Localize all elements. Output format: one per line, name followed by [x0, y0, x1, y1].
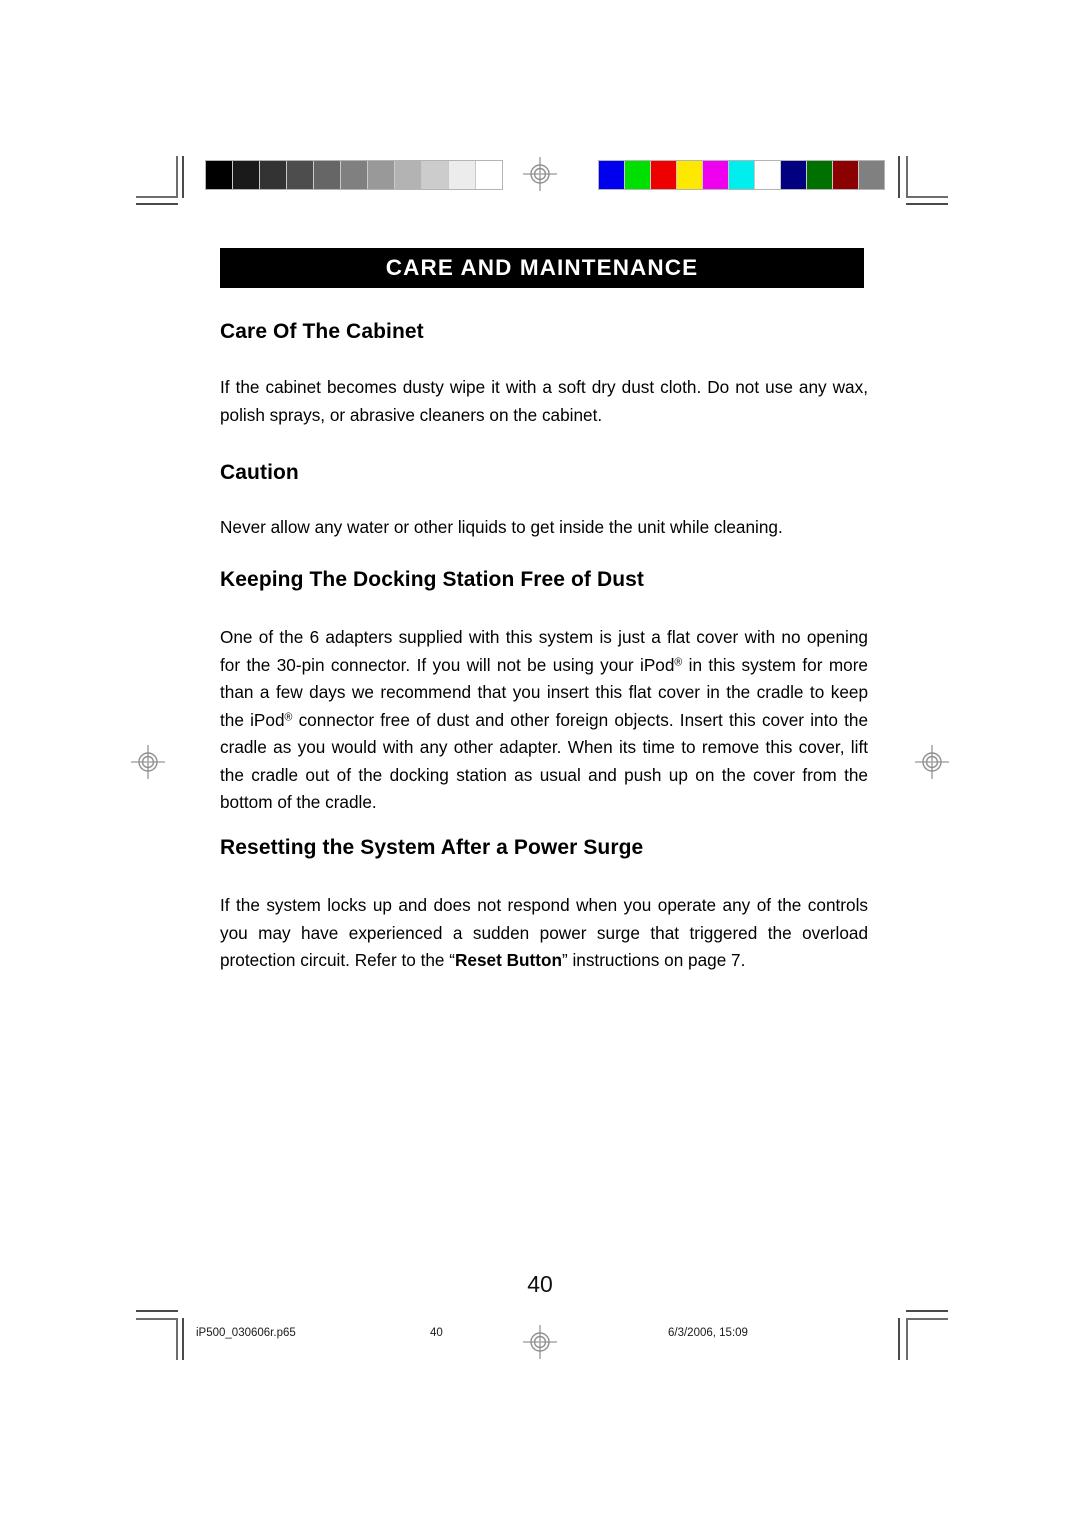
footer-timestamp: 6/3/2006, 15:09	[668, 1327, 748, 1339]
section-body: If the cabinet becomes dusty wipe it wit…	[220, 377, 868, 425]
grayscale-step-wedge	[205, 160, 503, 190]
grayscale-patch	[422, 161, 449, 189]
crop-tick-top-right-horizontal	[906, 203, 948, 205]
color-patch	[729, 161, 755, 189]
color-patch	[599, 161, 625, 189]
crop-mark-top-left	[136, 156, 178, 198]
footer-page-label: 40	[430, 1327, 443, 1339]
section-keeping-docking-station-free-of-dust: Keeping The Docking Station Free of Dust…	[220, 568, 868, 817]
section-body: Never allow any water or other liquids t…	[220, 517, 783, 537]
grayscale-patch	[206, 161, 233, 189]
crop-tick-top-left-horizontal	[136, 203, 178, 205]
page-title-banner: CARE AND MAINTENANCE	[220, 248, 864, 288]
section-heading: Keeping The Docking Station Free of Dust	[220, 568, 645, 591]
color-control-bar	[598, 160, 885, 190]
body-text-part-2: ” instructions on page 7.	[561, 950, 746, 970]
crop-mark-top-right	[906, 156, 948, 198]
color-patch	[807, 161, 833, 189]
color-patch	[833, 161, 859, 189]
grayscale-patch	[233, 161, 260, 189]
section-heading: Resetting the System After a Power Surge	[220, 836, 644, 859]
crop-tick-bottom-left-horizontal	[136, 1310, 178, 1312]
section-body: If the system locks up and does not resp…	[220, 892, 868, 975]
page-number: 40	[527, 1271, 553, 1297]
grayscale-patch	[395, 161, 422, 189]
printer-footer: iP500_030606r.p65 40 6/3/2006, 15:09	[0, 1327, 1080, 1345]
section-body: One of the 6 adapters supplied with this…	[220, 624, 868, 817]
grayscale-patch	[449, 161, 476, 189]
color-patch	[755, 161, 781, 189]
section-caution: Caution Never allow any water or other l…	[220, 461, 868, 542]
section-resetting-the-system-after-a-power-surge: Resetting the System After a Power Surge…	[220, 836, 868, 975]
section-heading: Care Of The Cabinet	[220, 320, 424, 343]
grayscale-patch	[314, 161, 341, 189]
grayscale-patch	[476, 161, 502, 189]
color-patch	[677, 161, 703, 189]
reset-button-term: Reset Button	[455, 950, 562, 970]
registration-target-right	[915, 745, 949, 779]
grayscale-patch	[260, 161, 287, 189]
crop-tick-top-right-vertical	[898, 156, 900, 198]
grayscale-patch	[287, 161, 314, 189]
body-text-part-3: connector free of dust and other foreign…	[220, 709, 869, 813]
color-patch	[781, 161, 807, 189]
registration-target-left	[131, 745, 165, 779]
color-patch	[625, 161, 651, 189]
color-patch	[859, 161, 884, 189]
grayscale-patch	[341, 161, 368, 189]
section-care-of-the-cabinet: Care Of The Cabinet If the cabinet becom…	[220, 320, 868, 429]
grayscale-patch	[368, 161, 395, 189]
footer-file-name: iP500_030606r.p65	[196, 1327, 296, 1339]
color-patch	[703, 161, 729, 189]
section-heading: Caution	[220, 461, 299, 484]
crop-tick-top-left-vertical	[182, 156, 184, 198]
crop-tick-bottom-right-horizontal	[906, 1310, 948, 1312]
registration-target-top	[523, 157, 557, 191]
color-patch	[651, 161, 677, 189]
